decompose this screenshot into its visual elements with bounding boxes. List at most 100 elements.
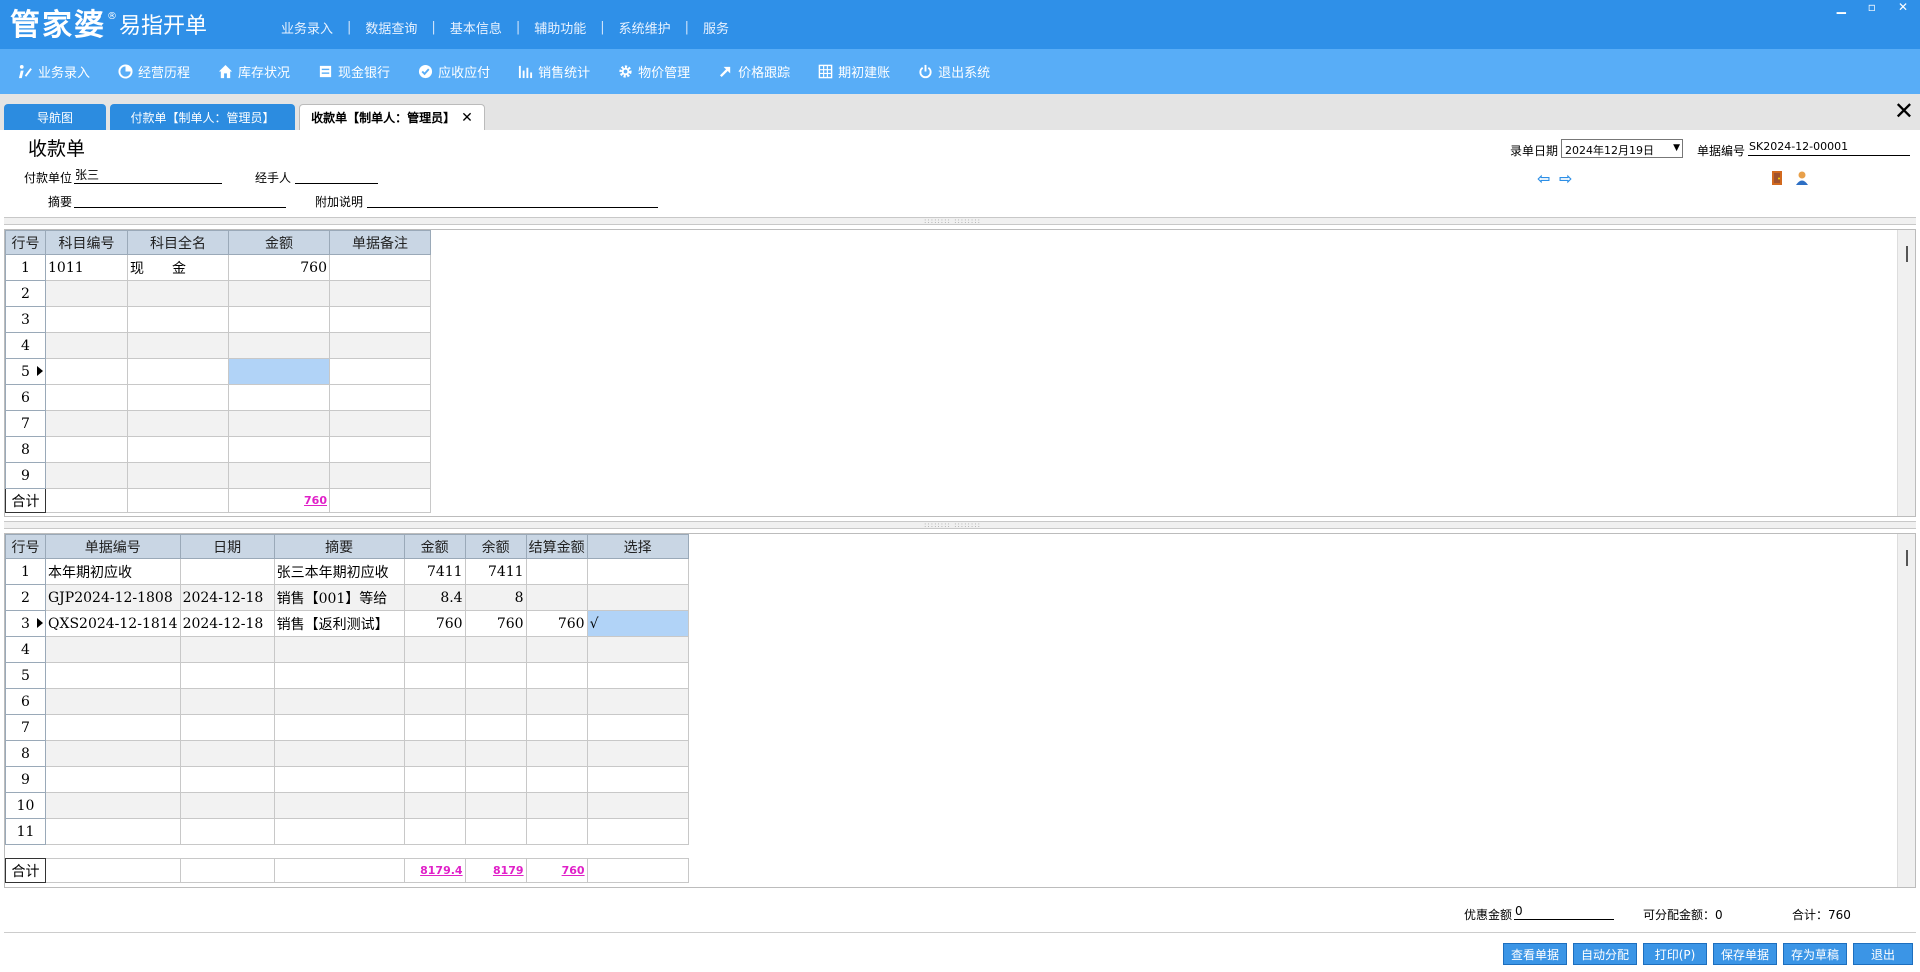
cell-summary[interactable] bbox=[273, 714, 405, 741]
cell-amount[interactable] bbox=[403, 662, 466, 689]
cell-amount[interactable] bbox=[228, 332, 330, 359]
cell-balance[interactable] bbox=[464, 662, 527, 689]
cell-select[interactable] bbox=[586, 636, 689, 663]
table-row[interactable]: 5 bbox=[5, 662, 689, 689]
cell-account-code[interactable] bbox=[45, 436, 128, 463]
next-arrow-icon[interactable]: ⇨ bbox=[1559, 169, 1572, 188]
auto-allocate-button[interactable]: 自动分配 bbox=[1573, 943, 1637, 965]
cell-settle-amount[interactable] bbox=[525, 818, 588, 845]
cell-amount[interactable] bbox=[228, 280, 330, 307]
cell-doc-number[interactable] bbox=[45, 662, 181, 689]
total-amount[interactable]: 760 bbox=[228, 488, 330, 513]
cell-amount[interactable] bbox=[403, 766, 466, 793]
cell-date[interactable]: 2024-12-18 bbox=[179, 610, 275, 637]
save-document-button[interactable]: 保存单据 bbox=[1713, 943, 1777, 965]
toolbar-opening-setup[interactable]: 期初建账 bbox=[818, 57, 890, 87]
cell-account-code[interactable] bbox=[45, 462, 128, 489]
cell-settle-amount[interactable] bbox=[525, 714, 588, 741]
payer-field[interactable]: 张三 bbox=[74, 168, 222, 184]
tab-navigation[interactable]: 导航图 bbox=[4, 104, 106, 130]
table-row[interactable]: 2 bbox=[5, 280, 431, 307]
cell-amount[interactable] bbox=[403, 636, 466, 663]
cell-remark[interactable] bbox=[329, 436, 431, 463]
vertical-scrollbar[interactable] bbox=[1897, 230, 1915, 516]
cell-amount-selected[interactable] bbox=[228, 358, 330, 385]
user-icon[interactable] bbox=[1794, 170, 1810, 186]
cell-account-name[interactable] bbox=[127, 332, 229, 359]
table-row-current[interactable]: 5 bbox=[5, 358, 431, 385]
summary-field[interactable] bbox=[74, 192, 286, 208]
total-settle-amount[interactable]: 760 bbox=[525, 858, 588, 883]
view-document-button[interactable]: 查看单据 bbox=[1503, 943, 1567, 965]
cell-doc-number[interactable] bbox=[45, 688, 181, 715]
vertical-scrollbar[interactable] bbox=[1897, 534, 1915, 887]
cell-date[interactable] bbox=[179, 740, 275, 767]
door-icon[interactable] bbox=[1771, 170, 1783, 186]
tab-receipt-voucher[interactable]: 收款单【制单人：管理员】 ✕ bbox=[299, 104, 485, 130]
cell-date[interactable] bbox=[179, 558, 275, 585]
cell-balance[interactable] bbox=[464, 766, 527, 793]
top-menu-maintenance[interactable]: 系统维护 bbox=[611, 18, 679, 37]
cell-balance[interactable] bbox=[464, 636, 527, 663]
toolbar-sales-stats[interactable]: 销售统计 bbox=[518, 57, 590, 87]
cell-settle-amount[interactable] bbox=[525, 636, 588, 663]
cell-amount[interactable] bbox=[403, 818, 466, 845]
cell-summary[interactable] bbox=[273, 740, 405, 767]
cell-doc-number[interactable] bbox=[45, 792, 181, 819]
tab-close-icon[interactable]: ✕ bbox=[461, 110, 473, 126]
cell-select[interactable] bbox=[586, 818, 689, 845]
toolbar-price-tracking[interactable]: 价格跟踪 bbox=[718, 57, 790, 87]
cell-summary[interactable] bbox=[273, 688, 405, 715]
cell-select[interactable] bbox=[586, 792, 689, 819]
cell-balance[interactable]: 760 bbox=[464, 610, 527, 637]
cell-account-code[interactable] bbox=[45, 306, 128, 333]
date-picker[interactable]: 2024年12月19日 ▼ bbox=[1561, 139, 1683, 158]
cell-select[interactable] bbox=[586, 740, 689, 767]
tab-payment-voucher[interactable]: 付款单【制单人：管理员】 bbox=[110, 104, 295, 130]
cell-balance[interactable]: 7411 bbox=[464, 558, 527, 585]
cell-balance[interactable]: 8 bbox=[464, 584, 527, 611]
cell-select[interactable] bbox=[586, 714, 689, 741]
cell-remark[interactable] bbox=[329, 410, 431, 437]
cell-summary[interactable] bbox=[273, 662, 405, 689]
cell-summary[interactable] bbox=[273, 792, 405, 819]
toolbar-exit-system[interactable]: 退出系统 bbox=[918, 57, 990, 87]
cell-amount[interactable]: 760 bbox=[228, 254, 330, 281]
cell-date[interactable] bbox=[179, 792, 275, 819]
cell-account-code[interactable] bbox=[45, 280, 128, 307]
cell-select[interactable] bbox=[586, 766, 689, 793]
cell-select-checked[interactable]: √ bbox=[586, 610, 689, 637]
close-window-icon[interactable]: ✕ bbox=[1898, 0, 1908, 14]
table-row[interactable]: 8 bbox=[5, 740, 689, 767]
splitter-middle[interactable]: :::::::: :::::::: bbox=[4, 521, 1916, 529]
cell-account-name[interactable] bbox=[127, 384, 229, 411]
cell-doc-number[interactable]: QXS2024-12-1814 bbox=[45, 610, 181, 637]
cell-remark[interactable] bbox=[329, 280, 431, 307]
exit-button[interactable]: 退出 bbox=[1853, 943, 1913, 965]
cell-settle-amount[interactable] bbox=[525, 688, 588, 715]
cell-account-code[interactable] bbox=[45, 384, 128, 411]
cell-date[interactable] bbox=[179, 688, 275, 715]
top-menu-assist[interactable]: 辅助功能 bbox=[526, 18, 594, 37]
top-menu-basic-info[interactable]: 基本信息 bbox=[442, 18, 510, 37]
cell-remark[interactable] bbox=[329, 384, 431, 411]
table-row[interactable]: 3 bbox=[5, 306, 431, 333]
toolbar-inventory[interactable]: 库存状况 bbox=[218, 57, 290, 87]
cell-settle-amount[interactable]: 760 bbox=[525, 610, 588, 637]
cell-doc-number[interactable] bbox=[45, 766, 181, 793]
cell-balance[interactable] bbox=[464, 714, 527, 741]
cell-select[interactable] bbox=[586, 662, 689, 689]
cell-select[interactable] bbox=[586, 584, 689, 611]
cell-account-code[interactable] bbox=[45, 410, 128, 437]
cell-doc-number[interactable]: 本年期初应收 bbox=[45, 558, 181, 585]
cell-remark[interactable] bbox=[329, 332, 431, 359]
table-row[interactable]: 6 bbox=[5, 688, 689, 715]
table-row[interactable]: 7 bbox=[5, 714, 689, 741]
top-menu-query[interactable]: 数据查询 bbox=[357, 18, 425, 37]
cell-account-name[interactable] bbox=[127, 280, 229, 307]
cell-amount[interactable] bbox=[228, 436, 330, 463]
top-menu-service[interactable]: 服务 bbox=[695, 18, 737, 37]
cell-doc-number[interactable] bbox=[45, 818, 181, 845]
cell-date[interactable] bbox=[179, 636, 275, 663]
cell-remark[interactable] bbox=[329, 462, 431, 489]
